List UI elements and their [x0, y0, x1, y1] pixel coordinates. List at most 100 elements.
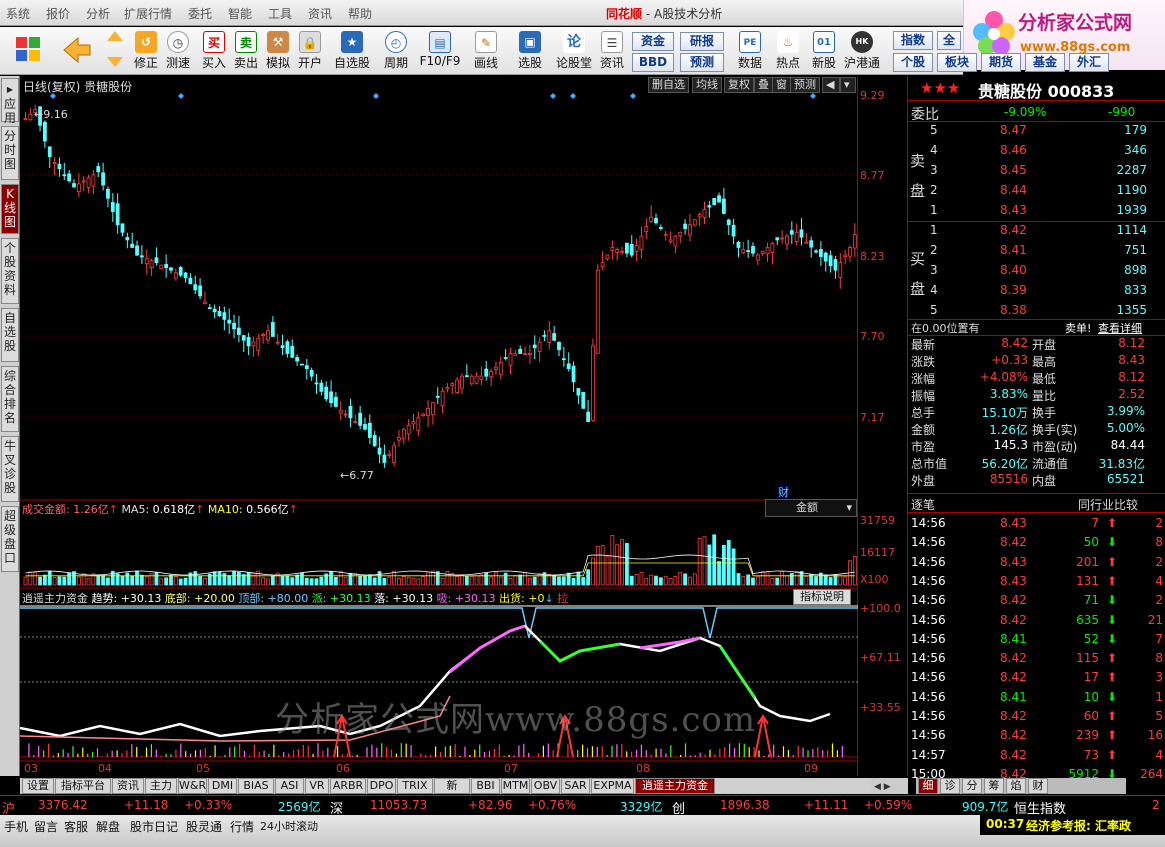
tab-scroll[interactable]: ◀ ▶ [870, 778, 908, 794]
sector-button[interactable]: 板块 [937, 53, 977, 72]
indicator-tab[interactable]: SAR [561, 778, 590, 794]
task-quotes[interactable]: 行情 [230, 818, 254, 835]
tab-ranking[interactable]: 综合排名 [1, 366, 19, 432]
dropdown-icon[interactable]: ▾ [840, 77, 856, 93]
indicator-tab[interactable]: BBI [471, 778, 500, 794]
tab-intraday[interactable]: 分时图 [1, 126, 19, 180]
buy-button[interactable]: 买买入 [198, 29, 230, 73]
peer-compare-button[interactable]: 同行业比较 [1078, 496, 1138, 513]
open-account-button[interactable]: 🔒 开户 [294, 29, 326, 73]
menu-item-analysis[interactable]: 分析 [86, 5, 110, 22]
ma-button[interactable]: 均线 [692, 77, 722, 93]
index-button[interactable]: 指数 [893, 31, 933, 50]
menu-item-extended[interactable]: 扩展行情 [124, 5, 172, 22]
volume-type-select[interactable]: 金额 ▾ [765, 499, 857, 517]
indicator-tab[interactable]: TRIX [397, 778, 433, 794]
news-ticker[interactable]: 00:37 经济参考报: 汇率政 [980, 815, 1165, 835]
watchlist-button[interactable]: ★ 自选股 [330, 29, 374, 73]
indicator-tab[interactable]: VR [305, 778, 329, 794]
indicator-tab[interactable]: DMI [208, 778, 237, 794]
candle [62, 174, 67, 177]
overlay-button[interactable]: 叠 [754, 77, 773, 93]
stock-button[interactable]: 个股 [893, 53, 933, 72]
quote-mini-tab[interactable]: 财 [1028, 778, 1048, 794]
indicator-tab[interactable]: BIAS [238, 778, 274, 794]
back-button[interactable] [56, 29, 96, 73]
fund-button[interactable]: 资金 [632, 32, 674, 51]
stock-picker-button[interactable]: ▣ 选股 [510, 29, 550, 73]
task-mobile[interactable]: 手机 [4, 818, 28, 835]
scroll-buttons[interactable] [104, 29, 126, 73]
indicator-tab[interactable]: 逍遥主力资金 [635, 778, 715, 794]
view-detail-link[interactable]: 查看详细 [1098, 320, 1142, 336]
indicator-tab[interactable]: MTM [501, 778, 530, 794]
tab-apps[interactable]: ▶ 应用 [1, 78, 19, 125]
tick-time: 14:56 [911, 728, 946, 743]
indicator-tab[interactable]: 新DMA [434, 778, 470, 806]
f10-button[interactable]: ▤ F10/F9 [418, 29, 462, 73]
task-service[interactable]: 客服 [64, 818, 88, 835]
menu-item-tools[interactable]: 工具 [268, 5, 292, 22]
menu-item-system[interactable]: 系统 [6, 5, 30, 22]
data-button[interactable]: PE 数据 [732, 29, 768, 73]
simulate-button[interactable]: ⚒ 模拟 [262, 29, 294, 73]
quote-mini-tab[interactable]: 分 [962, 778, 982, 794]
task-message[interactable]: 留言 [34, 818, 58, 835]
signal-diamond [373, 93, 379, 99]
news-button[interactable]: ☰ 资讯 [596, 29, 628, 73]
indicator-tab[interactable]: W&R [178, 778, 207, 794]
tab-diagnosis[interactable]: 牛叉诊股 [1, 436, 19, 502]
menu-item-help[interactable]: 帮助 [348, 5, 372, 22]
indicator-tab[interactable]: 主力 [145, 778, 177, 794]
bbd-button[interactable]: BBD [632, 53, 674, 72]
speed-test-button[interactable]: ◷ 测速 [162, 29, 194, 73]
menu-item-news[interactable]: 资讯 [308, 5, 332, 22]
tab-super-orderbook[interactable]: 超级盘口 [1, 506, 19, 572]
draw-line-button[interactable]: ✎ 画线 [466, 29, 506, 73]
tab-watchlist[interactable]: 自选股 [1, 308, 19, 362]
candle [605, 254, 610, 260]
forum-button[interactable]: 论论股堂 [554, 29, 594, 73]
indicator-tab[interactable]: ASI [275, 778, 304, 794]
menu-item-trade[interactable]: 委托 [188, 5, 212, 22]
research-button[interactable]: 研报 [680, 32, 724, 51]
tab-kline[interactable]: K线图 [1, 184, 19, 234]
speaker-icon[interactable]: ◀ [822, 77, 840, 93]
window-button[interactable]: 窗 [772, 77, 791, 93]
correct-button[interactable]: ↺ 修正 [130, 29, 162, 73]
task-diary[interactable]: 股市日记 [130, 818, 178, 835]
futures-button[interactable]: 期货 [981, 53, 1021, 72]
indicator-tab[interactable]: OBV [531, 778, 560, 794]
menu-item-quote[interactable]: 报价 [46, 5, 70, 22]
candle [329, 391, 333, 404]
indicator-tab[interactable]: EXPMA [591, 778, 634, 794]
task-24h[interactable]: 24小时滚动 [260, 818, 318, 834]
task-analysis[interactable]: 解盘 [96, 818, 120, 835]
volume-bar [760, 571, 765, 586]
indicator-tab[interactable]: 指标平台 [55, 778, 111, 794]
indicator-tab[interactable]: 设置 [22, 778, 54, 794]
kline-chart-svg[interactable] [20, 76, 908, 776]
tab-stock-info[interactable]: 个股资料 [1, 238, 19, 304]
new-stock-button[interactable]: 01 新股 [806, 29, 842, 73]
indicator-tab[interactable]: DPO [367, 778, 396, 794]
predict-button[interactable]: 预测 [790, 77, 820, 93]
indicator-tab[interactable]: ARBR [330, 778, 366, 794]
sell-button[interactable]: 卖卖出 [230, 29, 262, 73]
all-button[interactable]: 全 [937, 31, 961, 50]
remove-watchlist-button[interactable]: 删自选 [648, 77, 689, 93]
forex-button[interactable]: 外汇 [1069, 53, 1109, 72]
forecast-button[interactable]: 预测 [680, 53, 724, 72]
indicator-tab[interactable]: 资讯 [112, 778, 144, 794]
windows-button[interactable] [10, 29, 46, 73]
finance-marker[interactable]: 财 [778, 484, 789, 500]
adjust-button[interactable]: 复权 [724, 77, 754, 93]
funds-button[interactable]: 基金 [1025, 53, 1065, 72]
hk-connect-button[interactable]: HK 沪港通 [842, 29, 882, 73]
period-button[interactable]: ◴ 周期 [376, 29, 416, 73]
menu-item-smart[interactable]: 智能 [228, 5, 252, 22]
hotspot-button[interactable]: ♨ 热点 [770, 29, 806, 73]
indicator-help-button[interactable]: 指标说明 [793, 589, 851, 605]
tick-count: 2 [1155, 516, 1163, 530]
task-gulingtong[interactable]: 股灵通 [186, 818, 222, 835]
